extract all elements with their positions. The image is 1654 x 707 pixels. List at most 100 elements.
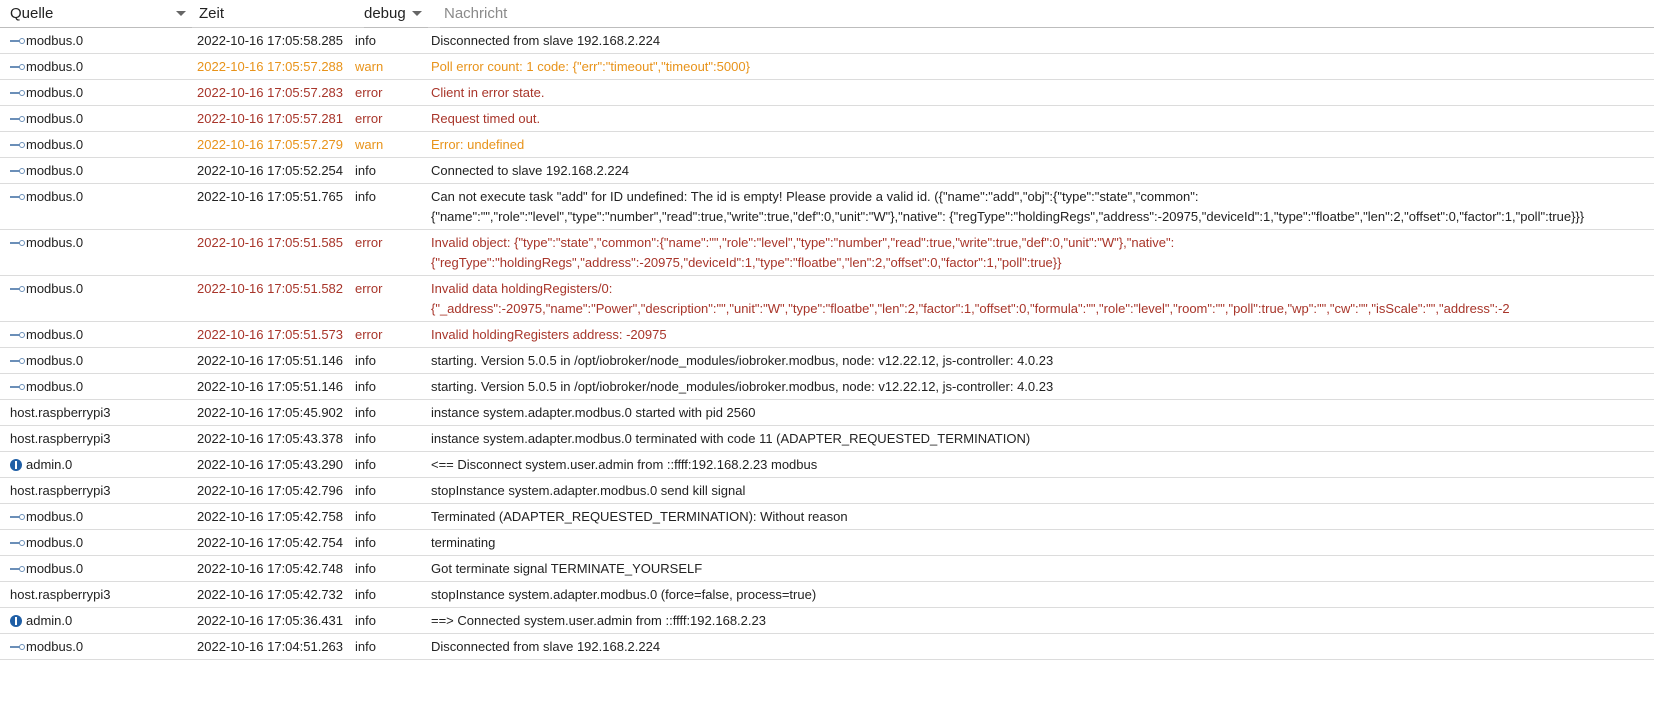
log-message: Invalid holdingRegisters address: -20975 [431,327,667,342]
log-time: 2022-10-16 17:05:52.254 [197,163,344,178]
admin-icon [10,615,22,627]
log-severity: info [355,353,376,368]
log-severity: info [355,163,376,178]
log-row: modbus.0 2022-10-16 17:05:58.285 info Disco… [0,28,1654,54]
log-table-header: Quelle Zeit debug Nachricht [0,0,1654,28]
log-row: modbus.0 2022-10-16 17:05:51.585 error Inva… [0,230,1654,276]
log-source: modbus.0 [0,351,190,371]
log-source: modbus.0 [0,533,190,553]
log-source: modbus.0 [0,161,190,181]
severity-filter-select[interactable]: debug [364,0,428,28]
log-source-text: modbus.0 [26,639,84,654]
log-message: Terminated (ADAPTER_REQUESTED_TERMINATIO… [431,509,848,524]
modbus-icon [10,142,25,148]
log-message: ==> Connected system.user.admin from ::f… [431,613,766,628]
log-message: Error: undefined [431,137,525,152]
log-message: instance system.adapter.modbus.0 termina… [431,431,1031,446]
log-row: modbus.0 2022-10-16 17:05:52.254 info Conne… [0,158,1654,184]
log-severity: error [355,327,383,342]
log-time: 2022-10-16 17:05:51.585 [197,235,344,250]
log-source-text: modbus.0 [26,59,84,74]
log-source: modbus.0 [0,83,190,103]
log-source: modbus.0 [0,559,190,579]
message-filter-placeholder: Nachricht [444,4,508,22]
log-message: <== Disconnect system.user.admin from ::… [431,457,818,472]
log-message: Poll error count: 1 code: {"err":"timeou… [431,59,750,74]
modbus-icon [10,644,25,650]
log-source: modbus.0 [0,109,190,129]
log-source-text: host.raspberrypi3 [10,405,111,420]
log-time: 2022-10-16 17:05:45.902 [197,405,344,420]
log-severity: info [355,561,376,576]
log-source-text: modbus.0 [26,509,84,524]
log-time: 2022-10-16 17:05:36.431 [197,613,344,628]
log-row: admin.0 2022-10-16 17:05:43.290 info <== Di… [0,452,1654,478]
log-severity: error [355,85,383,100]
time-column-label: Zeit [199,5,225,22]
log-source: admin.0 [0,611,190,631]
log-severity: info [355,587,376,602]
log-severity: warn [355,59,384,74]
log-message: Disconnected from slave 192.168.2.224 [431,33,661,48]
modbus-icon [10,358,25,364]
modbus-icon [10,286,25,292]
log-time: 2022-10-16 17:05:42.754 [197,535,344,550]
modbus-icon [10,116,25,122]
log-row: host.raspberrypi3 2022-10-16 17:05:43.378… [0,426,1654,452]
message-filter-input[interactable]: Nachricht [440,0,1654,28]
log-severity: error [355,281,383,296]
modbus-icon [10,566,25,572]
chevron-down-icon [176,10,186,16]
log-row: modbus.0 2022-10-16 17:05:42.748 info Got t… [0,556,1654,582]
source-filter-select[interactable]: Quelle [0,0,192,28]
log-severity: info [355,189,376,204]
log-severity: info [355,613,376,628]
log-source-text: host.raspberrypi3 [10,431,111,446]
log-source-text: modbus.0 [26,33,84,48]
modbus-icon [10,194,25,200]
log-source: host.raspberrypi3 [0,481,190,501]
log-source: modbus.0 [0,325,190,345]
log-source: modbus.0 [0,135,190,155]
log-source: admin.0 [0,455,190,475]
log-severity: error [355,111,383,126]
log-time: 2022-10-16 17:05:57.283 [197,85,344,100]
log-row: modbus.0 2022-10-16 17:05:51.582 error Inva… [0,276,1654,322]
log-severity: info [355,33,376,48]
log-source-text: modbus.0 [26,189,84,204]
log-source-text: modbus.0 [26,561,84,576]
log-source-text: modbus.0 [26,111,84,126]
log-source: modbus.0 [0,507,190,527]
log-time: 2022-10-16 17:05:57.281 [197,111,344,126]
log-row: modbus.0 2022-10-16 17:04:51.263 info Disco… [0,634,1654,660]
log-source-text: host.raspberrypi3 [10,483,111,498]
log-message: Got terminate signal TERMINATE_YOURSELF [431,561,703,576]
log-row: modbus.0 2022-10-16 17:05:51.765 info Can n… [0,184,1654,230]
modbus-icon [10,540,25,546]
log-source: host.raspberrypi3 [0,403,190,423]
log-time: 2022-10-16 17:05:57.288 [197,59,344,74]
log-severity: info [355,509,376,524]
log-source-text: modbus.0 [26,281,84,296]
modbus-icon [10,64,25,70]
log-time: 2022-10-16 17:05:57.279 [197,137,344,152]
log-severity: info [355,483,376,498]
log-source: host.raspberrypi3 [0,585,190,605]
log-row: modbus.0 2022-10-16 17:05:51.146 info start… [0,374,1654,400]
log-row: modbus.0 2022-10-16 17:05:51.146 info start… [0,348,1654,374]
log-message: instance system.adapter.modbus.0 started… [431,405,756,420]
log-source-text: modbus.0 [26,535,84,550]
log-source-text: modbus.0 [26,327,84,342]
log-severity: info [355,431,376,446]
log-severity: info [355,379,376,394]
log-message: stopInstance system.adapter.modbus.0 (fo… [431,587,817,602]
log-source: modbus.0 [0,187,190,207]
log-row: modbus.0 2022-10-16 17:05:57.279 warn Error… [0,132,1654,158]
log-message: Invalid object: {"type":"state","common"… [431,235,1175,270]
log-severity: info [355,405,376,420]
source-filter-label: Quelle [10,4,54,22]
log-source-text: modbus.0 [26,235,84,250]
log-time: 2022-10-16 17:05:43.378 [197,431,344,446]
log-time: 2022-10-16 17:05:42.758 [197,509,344,524]
log-row: modbus.0 2022-10-16 17:05:51.573 error Inva… [0,322,1654,348]
